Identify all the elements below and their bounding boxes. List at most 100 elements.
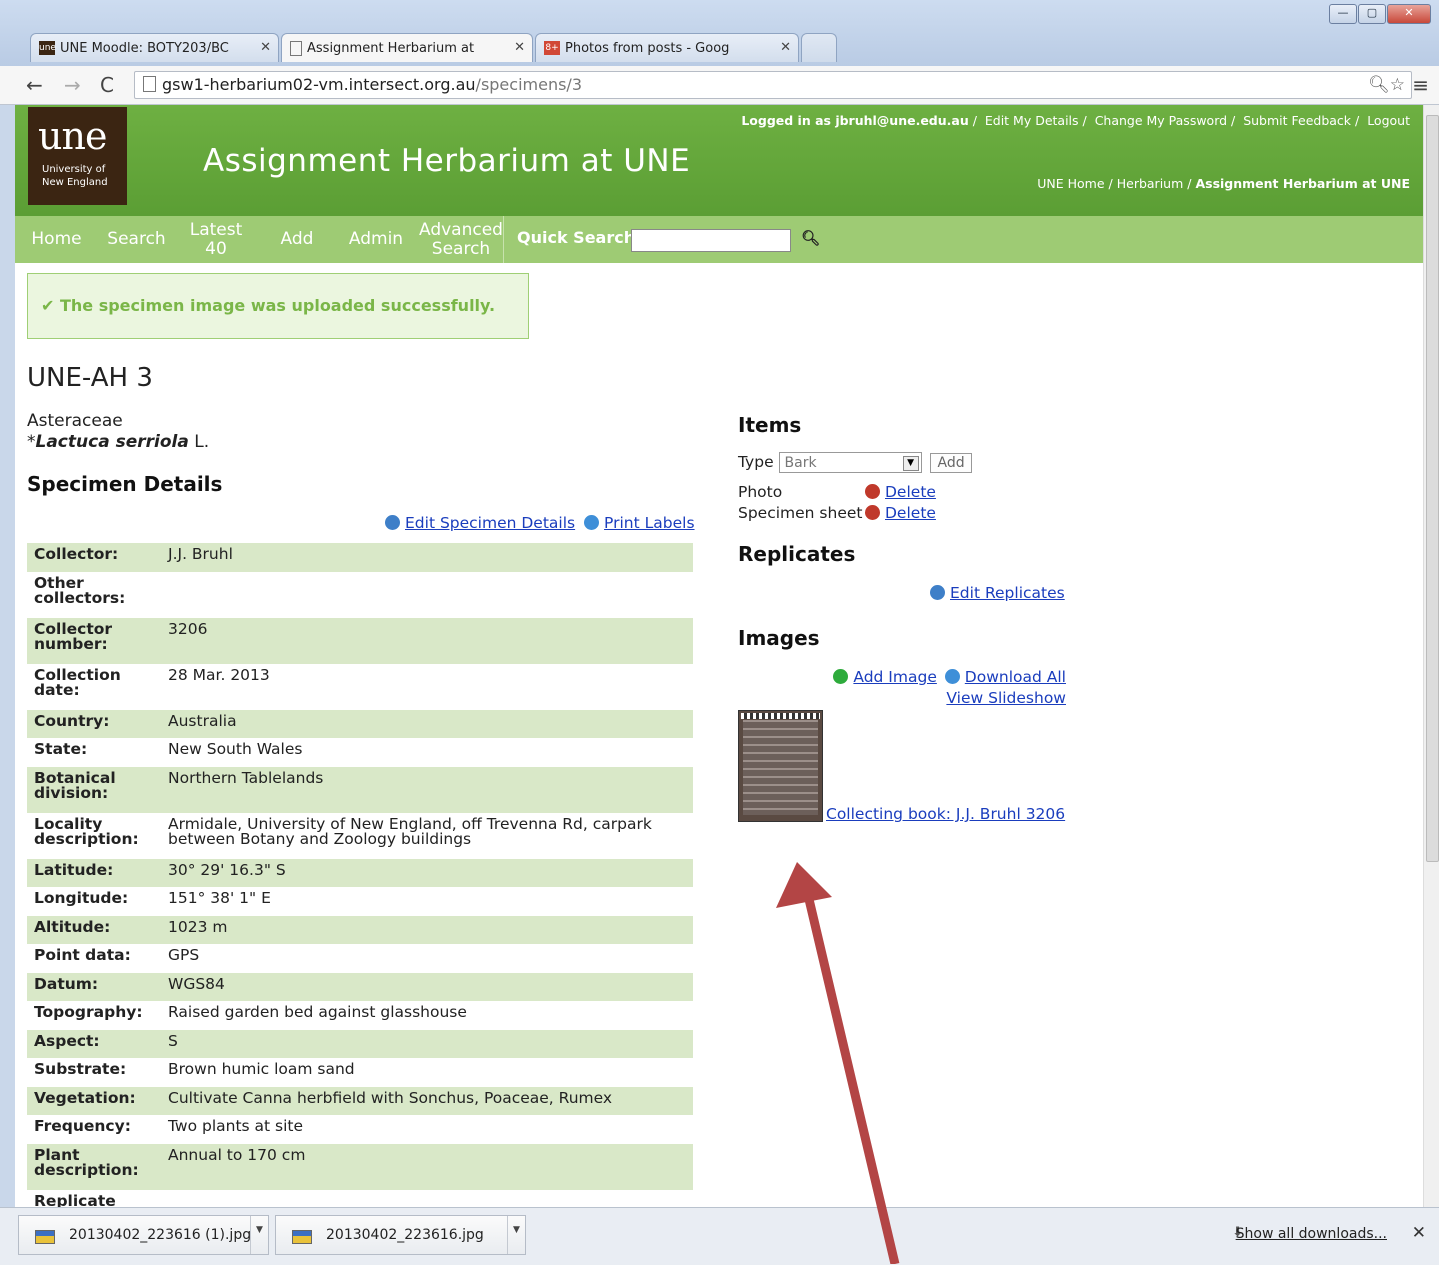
title-bar: une UNE Moodle: BOTY203/BC ✕ Assignment …: [0, 0, 1439, 66]
close-icon[interactable]: ✕: [514, 40, 525, 55]
une-favicon-icon: une: [39, 41, 56, 55]
minimize-icon[interactable]: —: [1329, 4, 1357, 24]
item-type-row: Type Bark ▼ Add: [738, 452, 972, 473]
site-title: Assignment Herbarium at UNE: [203, 143, 691, 179]
nav-search[interactable]: Search: [103, 216, 170, 263]
type-select[interactable]: Bark ▼: [778, 452, 922, 473]
tab-label: Assignment Herbarium at: [307, 40, 475, 56]
show-all-downloads-link[interactable]: Show all downloads...: [1236, 1226, 1387, 1242]
add-image-link[interactable]: Add Image: [853, 668, 936, 686]
taxon-name: *Lactuca serriola L.: [27, 432, 210, 452]
table-row: Locality description: Armidale, Universit…: [27, 813, 693, 859]
chevron-down-icon[interactable]: ▼: [507, 1216, 525, 1254]
detail-value: 28 Mar. 2013: [168, 665, 270, 684]
tab-herbarium[interactable]: Assignment Herbarium at ✕: [281, 33, 533, 62]
table-row: Longitude: 151° 38' 1" E: [27, 887, 693, 916]
detail-value: 151° 38' 1" E: [168, 889, 271, 907]
detail-label: Replicate From:: [34, 1191, 116, 1207]
image-thumbnail[interactable]: [738, 710, 823, 822]
table-row: Datum: WGS84: [27, 972, 693, 1001]
breadcrumb-herbarium[interactable]: Herbarium: [1117, 176, 1184, 191]
quick-search-input[interactable]: [631, 229, 791, 252]
tab-google-photos[interactable]: 8+ Photos from posts - Goog ✕: [535, 33, 799, 62]
download-item[interactable]: 20130402_223616.jpg ▼: [275, 1215, 526, 1255]
nav-advanced-search[interactable]: Advanced Search: [417, 216, 505, 263]
table-row: Other collectors:: [27, 572, 693, 618]
replicates-heading: Replicates: [738, 542, 856, 566]
detail-value: S: [168, 1031, 178, 1050]
close-icon[interactable]: ✕: [260, 40, 271, 55]
main-nav: Home Search Latest 40 Add Admin Advanced S…: [15, 216, 1423, 263]
search-icon[interactable]: 🔍︎: [801, 229, 820, 247]
table-row: Latitude: 30° 29' 16.3" S: [27, 858, 693, 887]
logo-subtext: University of New England: [42, 164, 108, 188]
delete-link[interactable]: Delete: [885, 483, 936, 501]
nav-admin[interactable]: Admin: [345, 216, 407, 263]
edit-pencil-icon: [930, 585, 945, 600]
breadcrumb-une-home[interactable]: UNE Home: [1037, 176, 1104, 191]
detail-label: Altitude:: [34, 917, 111, 936]
reload-icon[interactable]: C: [100, 73, 114, 97]
vertical-scrollbar[interactable]: [1423, 105, 1439, 1207]
detail-label: Topography:: [34, 1003, 143, 1021]
delete-link[interactable]: Delete: [885, 504, 936, 522]
tab-label: Photos from posts - Goog: [565, 40, 730, 56]
table-row: Substrate: Brown humic loam sand: [27, 1058, 693, 1087]
add-item-button[interactable]: Add: [930, 452, 972, 473]
detail-label: Substrate:: [34, 1060, 127, 1078]
item-photo: Photo: [738, 483, 783, 501]
edit-specimen-details-link[interactable]: Edit Specimen Details: [405, 514, 575, 532]
chevron-down-icon[interactable]: ▼: [250, 1216, 268, 1254]
replicates-actions: Edit Replicates: [930, 584, 1065, 602]
print-labels-link[interactable]: Print Labels: [604, 514, 694, 532]
table-row: Plant description: Annual to 170 cm: [27, 1143, 693, 1190]
close-icon[interactable]: ✕: [780, 40, 791, 55]
download-all-link[interactable]: Download All: [965, 668, 1066, 686]
change-password-link[interactable]: Change My Password: [1095, 113, 1227, 128]
detail-label: Botanical division:: [34, 768, 116, 802]
nav-latest-40[interactable]: Latest 40: [185, 216, 247, 263]
detail-value: 3206: [168, 619, 208, 638]
image-file-icon: [292, 1230, 312, 1244]
delete-icon: [865, 505, 880, 520]
table-row: Altitude: 1023 m: [27, 915, 693, 944]
nav-divider: [503, 216, 504, 263]
table-row: Collection date: 28 Mar. 2013: [27, 664, 693, 710]
browser-toolbar: ← → C gsw1-herbarium02-vm.intersect.org.…: [0, 66, 1439, 105]
tab-moodle[interactable]: une UNE Moodle: BOTY203/BC ✕: [30, 33, 279, 62]
table-row: Aspect: S: [27, 1029, 693, 1058]
table-row: Collector number: 3206: [27, 617, 693, 664]
item-specimen-sheet: Specimen sheet: [738, 504, 863, 522]
detail-label: State:: [34, 740, 88, 758]
view-slideshow-link[interactable]: View Slideshow: [946, 689, 1066, 707]
close-icon[interactable]: ✕: [1412, 1223, 1426, 1243]
zoom-star-icons[interactable]: 🔍︎☆: [1368, 72, 1405, 98]
menu-icon[interactable]: ≡: [1412, 73, 1429, 97]
success-message: ✔ The specimen image was uploaded succes…: [27, 273, 529, 339]
une-logo[interactable]: une University of New England: [28, 107, 127, 205]
detail-value: Raised garden bed against glasshouse: [168, 1003, 467, 1021]
forward-arrow-icon[interactable]: →: [64, 73, 81, 97]
site-header: une University of New England Assignment …: [15, 105, 1423, 216]
table-row: Country: Australia: [27, 709, 693, 738]
items-heading: Items: [738, 413, 802, 437]
new-tab-button[interactable]: [801, 33, 837, 62]
back-arrow-icon[interactable]: ←: [26, 73, 43, 97]
submit-feedback-link[interactable]: Submit Feedback: [1243, 113, 1351, 128]
address-bar[interactable]: gsw1-herbarium02-vm.intersect.org.au/spe…: [134, 71, 1412, 99]
nav-home[interactable]: Home: [28, 216, 85, 263]
nav-add[interactable]: Add: [274, 216, 320, 263]
window-close-icon[interactable]: ✕: [1387, 4, 1431, 24]
window-controls: — ▢ ✕: [1328, 4, 1431, 24]
detail-value: Armidale, University of New England, off…: [168, 814, 652, 848]
detail-label: Collector number:: [34, 619, 113, 653]
edit-replicates-link[interactable]: Edit Replicates: [950, 584, 1065, 602]
edit-my-details-link[interactable]: Edit My Details: [985, 113, 1079, 128]
tab-strip: une UNE Moodle: BOTY203/BC ✕ Assignment …: [30, 33, 839, 63]
download-item[interactable]: 20130402_223616 (1).jpg ▼: [18, 1215, 269, 1255]
scrollbar-thumb[interactable]: [1426, 115, 1439, 862]
image-caption-link[interactable]: Collecting book: J.J. Bruhl 3206: [826, 805, 1065, 823]
breadcrumb: UNE Home / Herbarium / Assignment Herbar…: [1037, 176, 1410, 191]
logout-link[interactable]: Logout: [1367, 113, 1410, 128]
maximize-icon[interactable]: ▢: [1358, 4, 1386, 24]
